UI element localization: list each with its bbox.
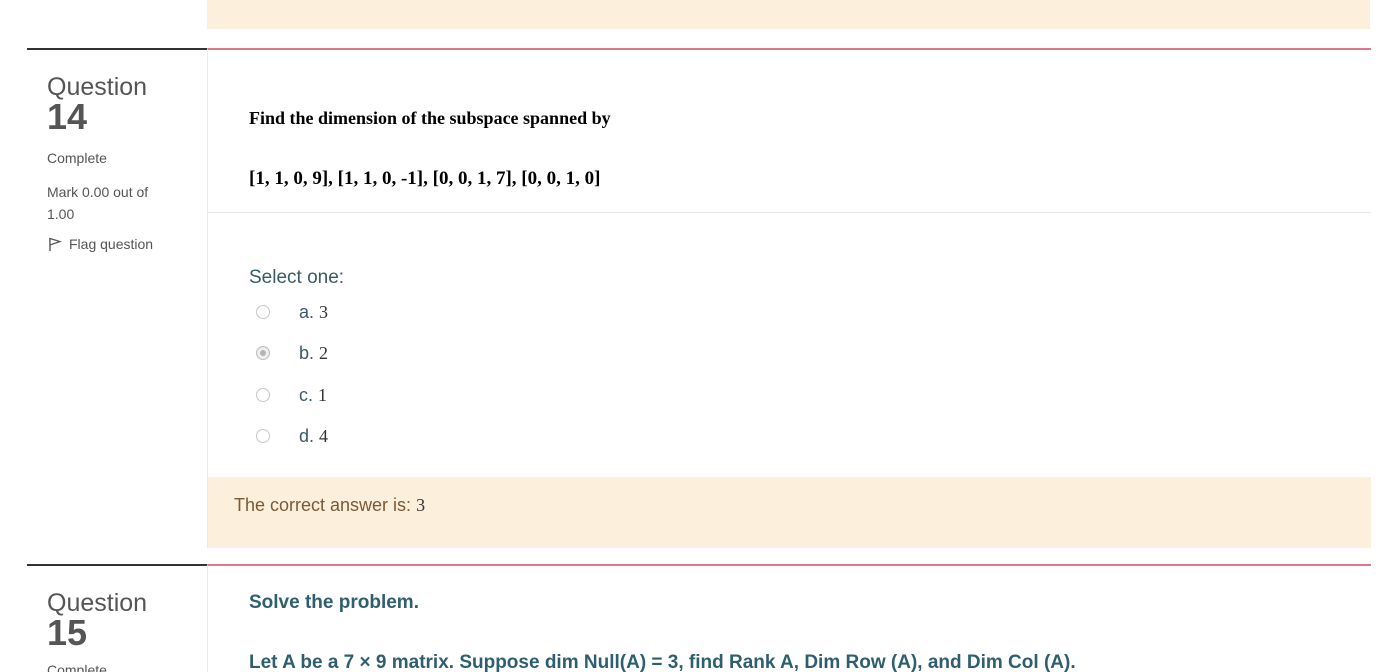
question-info: Question 15 Complete (27, 564, 207, 672)
question-number: 15 (47, 612, 88, 653)
option-b[interactable]: b. 2 (256, 341, 556, 365)
radio-d[interactable] (256, 429, 270, 443)
question-formulation: Find the dimension of the subspace spann… (208, 50, 1371, 213)
question-instruction: Solve the problem. (249, 592, 419, 613)
question-state: Complete (47, 150, 107, 166)
previous-question-feedback (207, 0, 1370, 29)
question-content: Solve the problem. Let A be a 7 × 9 matr… (207, 564, 1371, 672)
question-info: Question 14 Complete Mark 0.00 out of 1.… (27, 48, 207, 548)
option-c-label: c. 1 (299, 384, 328, 405)
question-state: Complete (47, 662, 107, 672)
correct-answer-value: 3 (416, 495, 426, 515)
question-content: Find the dimension of the subspace spann… (207, 48, 1371, 548)
answer-feedback: The correct answer is: 3 (208, 477, 1371, 548)
flag-icon (47, 236, 63, 252)
select-one-prompt: Select one: (249, 267, 345, 288)
option-d-label: d. 4 (299, 425, 329, 446)
radio-a[interactable] (256, 305, 270, 319)
question-14: Question 14 Complete Mark 0.00 out of 1.… (0, 48, 1395, 548)
option-a-label: a. 3 (299, 301, 329, 322)
option-d[interactable]: d. 4 (256, 424, 556, 448)
radio-c[interactable] (256, 388, 270, 402)
quiz-review-page: Question 14 Complete Mark 0.00 out of 1.… (0, 0, 1395, 672)
option-c[interactable]: c. 1 (256, 383, 556, 407)
question-text: Let A be a 7 × 9 matrix. Suppose dim Nul… (249, 652, 1076, 672)
radio-b[interactable] (256, 346, 270, 360)
correct-answer-text: The correct answer is: 3 (234, 495, 426, 515)
question-grade: Mark 0.00 out of 1.00 (47, 184, 149, 222)
option-a[interactable]: a. 3 (256, 300, 556, 324)
question-text: Find the dimension of the subspace spann… (249, 108, 611, 128)
question-15: Question 15 Complete Solve the problem. … (0, 564, 1395, 672)
option-b-label: b. 2 (299, 342, 329, 363)
question-vectors: [1, 1, 0, 9], [1, 1, 0, -1], [0, 0, 1, 7… (249, 168, 601, 189)
flag-question-button[interactable]: Flag question (47, 236, 153, 252)
question-number: 14 (47, 96, 88, 137)
flag-question-label: Flag question (69, 236, 154, 252)
